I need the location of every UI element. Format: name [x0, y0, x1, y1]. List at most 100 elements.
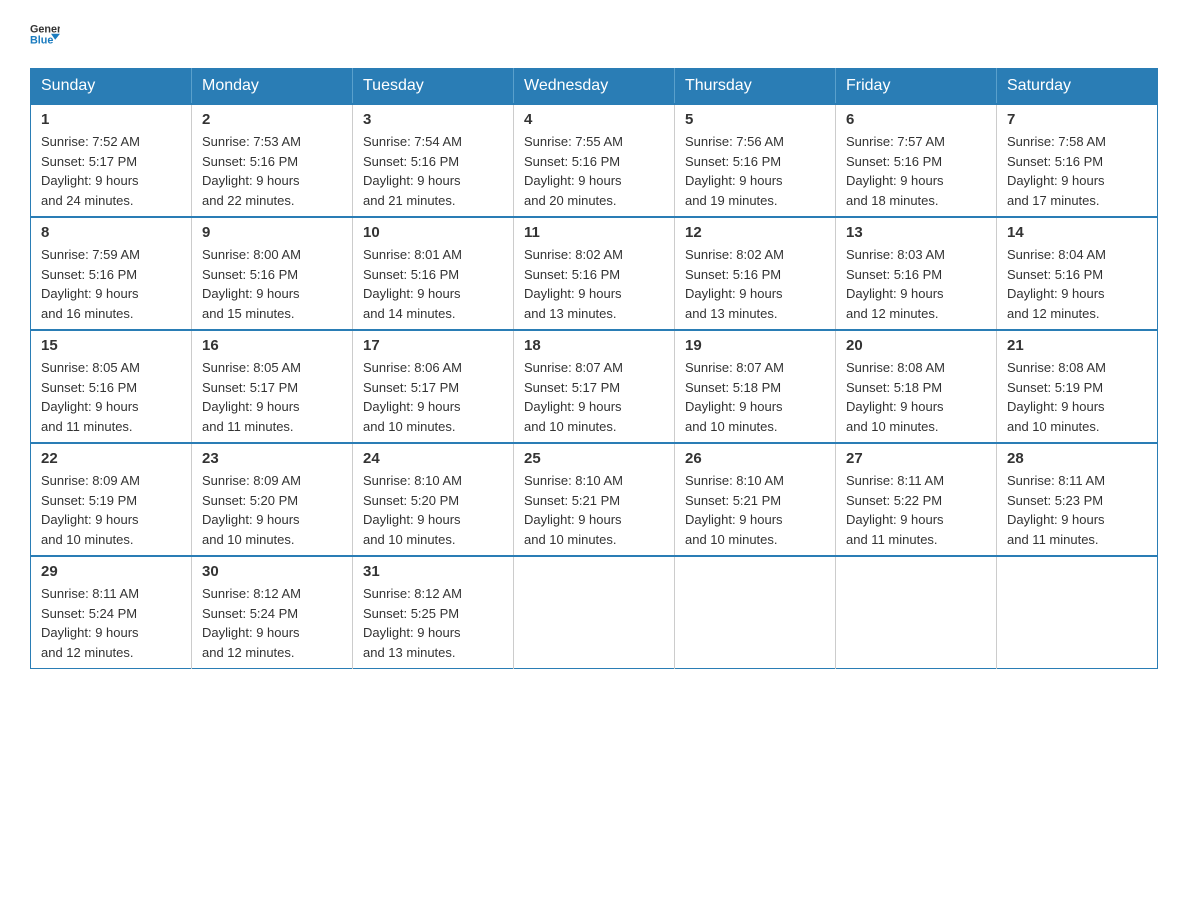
day-info: Sunrise: 8:01 AMSunset: 5:16 PMDaylight:… [363, 247, 462, 321]
header-wednesday: Wednesday [514, 69, 675, 105]
logo-icon: General Blue [30, 20, 60, 48]
day-info: Sunrise: 7:56 AMSunset: 5:16 PMDaylight:… [685, 134, 784, 208]
day-number: 30 [202, 563, 342, 580]
calendar-cell: 13 Sunrise: 8:03 AMSunset: 5:16 PMDaylig… [836, 217, 997, 330]
calendar-cell: 30 Sunrise: 8:12 AMSunset: 5:24 PMDaylig… [192, 556, 353, 669]
calendar-cell: 11 Sunrise: 8:02 AMSunset: 5:16 PMDaylig… [514, 217, 675, 330]
day-info: Sunrise: 8:12 AMSunset: 5:24 PMDaylight:… [202, 586, 301, 660]
calendar-cell: 15 Sunrise: 8:05 AMSunset: 5:16 PMDaylig… [31, 330, 192, 443]
day-info: Sunrise: 7:53 AMSunset: 5:16 PMDaylight:… [202, 134, 301, 208]
day-number: 25 [524, 450, 664, 467]
calendar-cell: 20 Sunrise: 8:08 AMSunset: 5:18 PMDaylig… [836, 330, 997, 443]
day-number: 13 [846, 224, 986, 241]
day-number: 8 [41, 224, 181, 241]
calendar-cell: 7 Sunrise: 7:58 AMSunset: 5:16 PMDayligh… [997, 104, 1158, 217]
page-header: General Blue [30, 20, 1158, 48]
day-number: 11 [524, 224, 664, 241]
calendar-cell: 26 Sunrise: 8:10 AMSunset: 5:21 PMDaylig… [675, 443, 836, 556]
day-number: 26 [685, 450, 825, 467]
day-info: Sunrise: 8:09 AMSunset: 5:19 PMDaylight:… [41, 473, 140, 547]
header-tuesday: Tuesday [353, 69, 514, 105]
calendar-cell: 10 Sunrise: 8:01 AMSunset: 5:16 PMDaylig… [353, 217, 514, 330]
day-info: Sunrise: 7:52 AMSunset: 5:17 PMDaylight:… [41, 134, 140, 208]
day-info: Sunrise: 8:07 AMSunset: 5:18 PMDaylight:… [685, 360, 784, 434]
week-row-5: 29 Sunrise: 8:11 AMSunset: 5:24 PMDaylig… [31, 556, 1158, 669]
day-number: 17 [363, 337, 503, 354]
calendar-cell: 24 Sunrise: 8:10 AMSunset: 5:20 PMDaylig… [353, 443, 514, 556]
day-info: Sunrise: 8:10 AMSunset: 5:20 PMDaylight:… [363, 473, 462, 547]
day-number: 16 [202, 337, 342, 354]
day-info: Sunrise: 8:09 AMSunset: 5:20 PMDaylight:… [202, 473, 301, 547]
day-info: Sunrise: 8:05 AMSunset: 5:16 PMDaylight:… [41, 360, 140, 434]
calendar-cell: 2 Sunrise: 7:53 AMSunset: 5:16 PMDayligh… [192, 104, 353, 217]
day-number: 21 [1007, 337, 1147, 354]
calendar-cell: 21 Sunrise: 8:08 AMSunset: 5:19 PMDaylig… [997, 330, 1158, 443]
day-info: Sunrise: 8:12 AMSunset: 5:25 PMDaylight:… [363, 586, 462, 660]
calendar-cell: 25 Sunrise: 8:10 AMSunset: 5:21 PMDaylig… [514, 443, 675, 556]
day-number: 6 [846, 111, 986, 128]
calendar-cell: 14 Sunrise: 8:04 AMSunset: 5:16 PMDaylig… [997, 217, 1158, 330]
day-number: 22 [41, 450, 181, 467]
week-row-1: 1 Sunrise: 7:52 AMSunset: 5:17 PMDayligh… [31, 104, 1158, 217]
calendar-cell: 8 Sunrise: 7:59 AMSunset: 5:16 PMDayligh… [31, 217, 192, 330]
calendar-table: SundayMondayTuesdayWednesdayThursdayFrid… [30, 68, 1158, 669]
header-friday: Friday [836, 69, 997, 105]
day-info: Sunrise: 8:03 AMSunset: 5:16 PMDaylight:… [846, 247, 945, 321]
day-info: Sunrise: 8:00 AMSunset: 5:16 PMDaylight:… [202, 247, 301, 321]
day-info: Sunrise: 8:08 AMSunset: 5:19 PMDaylight:… [1007, 360, 1106, 434]
day-number: 27 [846, 450, 986, 467]
day-info: Sunrise: 8:05 AMSunset: 5:17 PMDaylight:… [202, 360, 301, 434]
day-info: Sunrise: 8:10 AMSunset: 5:21 PMDaylight:… [685, 473, 784, 547]
calendar-cell: 6 Sunrise: 7:57 AMSunset: 5:16 PMDayligh… [836, 104, 997, 217]
day-number: 1 [41, 111, 181, 128]
day-number: 14 [1007, 224, 1147, 241]
logo: General Blue [30, 20, 60, 48]
day-number: 15 [41, 337, 181, 354]
day-number: 3 [363, 111, 503, 128]
day-info: Sunrise: 7:55 AMSunset: 5:16 PMDaylight:… [524, 134, 623, 208]
week-row-4: 22 Sunrise: 8:09 AMSunset: 5:19 PMDaylig… [31, 443, 1158, 556]
calendar-cell: 31 Sunrise: 8:12 AMSunset: 5:25 PMDaylig… [353, 556, 514, 669]
calendar-cell [836, 556, 997, 669]
calendar-cell [675, 556, 836, 669]
day-info: Sunrise: 7:54 AMSunset: 5:16 PMDaylight:… [363, 134, 462, 208]
day-number: 28 [1007, 450, 1147, 467]
calendar-cell: 22 Sunrise: 8:09 AMSunset: 5:19 PMDaylig… [31, 443, 192, 556]
day-info: Sunrise: 8:08 AMSunset: 5:18 PMDaylight:… [846, 360, 945, 434]
day-info: Sunrise: 8:10 AMSunset: 5:21 PMDaylight:… [524, 473, 623, 547]
day-number: 31 [363, 563, 503, 580]
header-monday: Monday [192, 69, 353, 105]
week-row-3: 15 Sunrise: 8:05 AMSunset: 5:16 PMDaylig… [31, 330, 1158, 443]
day-number: 2 [202, 111, 342, 128]
day-number: 23 [202, 450, 342, 467]
day-number: 7 [1007, 111, 1147, 128]
day-info: Sunrise: 7:59 AMSunset: 5:16 PMDaylight:… [41, 247, 140, 321]
calendar-cell: 9 Sunrise: 8:00 AMSunset: 5:16 PMDayligh… [192, 217, 353, 330]
day-info: Sunrise: 8:11 AMSunset: 5:24 PMDaylight:… [41, 586, 139, 660]
calendar-cell: 17 Sunrise: 8:06 AMSunset: 5:17 PMDaylig… [353, 330, 514, 443]
day-number: 12 [685, 224, 825, 241]
calendar-cell: 28 Sunrise: 8:11 AMSunset: 5:23 PMDaylig… [997, 443, 1158, 556]
day-info: Sunrise: 8:06 AMSunset: 5:17 PMDaylight:… [363, 360, 462, 434]
calendar-cell [997, 556, 1158, 669]
day-number: 9 [202, 224, 342, 241]
calendar-cell: 23 Sunrise: 8:09 AMSunset: 5:20 PMDaylig… [192, 443, 353, 556]
week-row-2: 8 Sunrise: 7:59 AMSunset: 5:16 PMDayligh… [31, 217, 1158, 330]
day-info: Sunrise: 8:04 AMSunset: 5:16 PMDaylight:… [1007, 247, 1106, 321]
day-number: 18 [524, 337, 664, 354]
calendar-cell: 27 Sunrise: 8:11 AMSunset: 5:22 PMDaylig… [836, 443, 997, 556]
day-number: 24 [363, 450, 503, 467]
svg-text:Blue: Blue [30, 34, 53, 46]
header-thursday: Thursday [675, 69, 836, 105]
day-info: Sunrise: 8:07 AMSunset: 5:17 PMDaylight:… [524, 360, 623, 434]
day-info: Sunrise: 7:58 AMSunset: 5:16 PMDaylight:… [1007, 134, 1106, 208]
calendar-cell: 18 Sunrise: 8:07 AMSunset: 5:17 PMDaylig… [514, 330, 675, 443]
calendar-cell: 1 Sunrise: 7:52 AMSunset: 5:17 PMDayligh… [31, 104, 192, 217]
day-info: Sunrise: 8:11 AMSunset: 5:23 PMDaylight:… [1007, 473, 1105, 547]
day-number: 19 [685, 337, 825, 354]
day-info: Sunrise: 7:57 AMSunset: 5:16 PMDaylight:… [846, 134, 945, 208]
calendar-header-row: SundayMondayTuesdayWednesdayThursdayFrid… [31, 69, 1158, 105]
header-saturday: Saturday [997, 69, 1158, 105]
day-number: 5 [685, 111, 825, 128]
day-number: 10 [363, 224, 503, 241]
